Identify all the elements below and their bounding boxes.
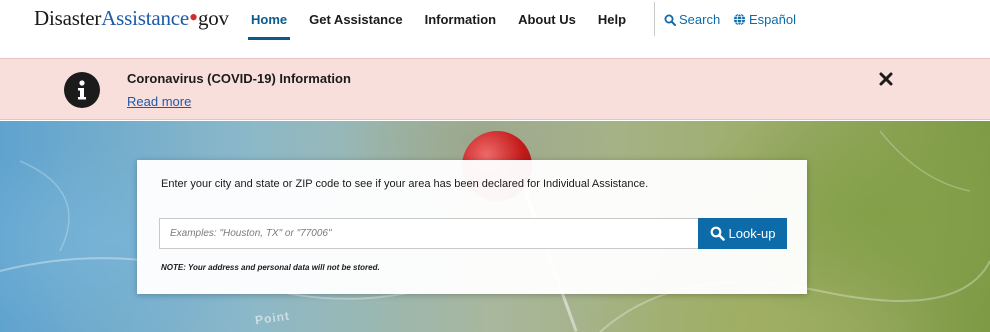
address-search-input[interactable] <box>159 218 699 249</box>
language-link-label: Español <box>749 12 796 27</box>
search-icon <box>664 14 676 26</box>
covid-alert-banner: Coronavirus (COVID-19) Information Read … <box>0 58 990 120</box>
nav-item-get-assistance[interactable]: Get Assistance <box>298 0 413 40</box>
nav-item-information[interactable]: Information <box>414 0 508 40</box>
alert-read-more-link[interactable]: Read more <box>127 94 191 109</box>
nav-item-help[interactable]: Help <box>587 0 637 40</box>
logo-dot: • <box>189 3 198 32</box>
privacy-note: NOTE: Your address and personal data wil… <box>161 263 380 272</box>
lookup-button-label: Look-up <box>728 226 776 241</box>
main-nav: Home Get Assistance Information About Us… <box>240 0 637 58</box>
info-icon <box>64 72 100 108</box>
site-header: DisasterAssistance•gov Home Get Assistan… <box>0 0 990 58</box>
lookup-prompt: Enter your city and state or ZIP code to… <box>161 178 649 190</box>
nav-divider <box>654 2 655 36</box>
language-link[interactable]: Español <box>733 12 796 27</box>
search-icon <box>710 226 725 241</box>
logo-text-assistance: Assistance <box>101 6 190 30</box>
nav-item-about-us[interactable]: About Us <box>507 0 587 40</box>
logo-text-disaster: Disaster <box>34 6 102 30</box>
nav-item-home[interactable]: Home <box>240 0 298 40</box>
globe-icon <box>733 13 746 26</box>
alert-title: Coronavirus (COVID-19) Information <box>127 71 351 86</box>
close-icon[interactable] <box>876 69 896 89</box>
disaster-lookup-card: Enter your city and state or ZIP code to… <box>137 160 807 294</box>
logo-text-gov: gov <box>197 6 229 30</box>
search-link-label: Search <box>679 12 721 27</box>
site-logo[interactable]: DisasterAssistance•gov <box>34 3 229 32</box>
lookup-button[interactable]: Look-up <box>698 218 787 249</box>
search-link[interactable]: Search <box>664 12 720 27</box>
